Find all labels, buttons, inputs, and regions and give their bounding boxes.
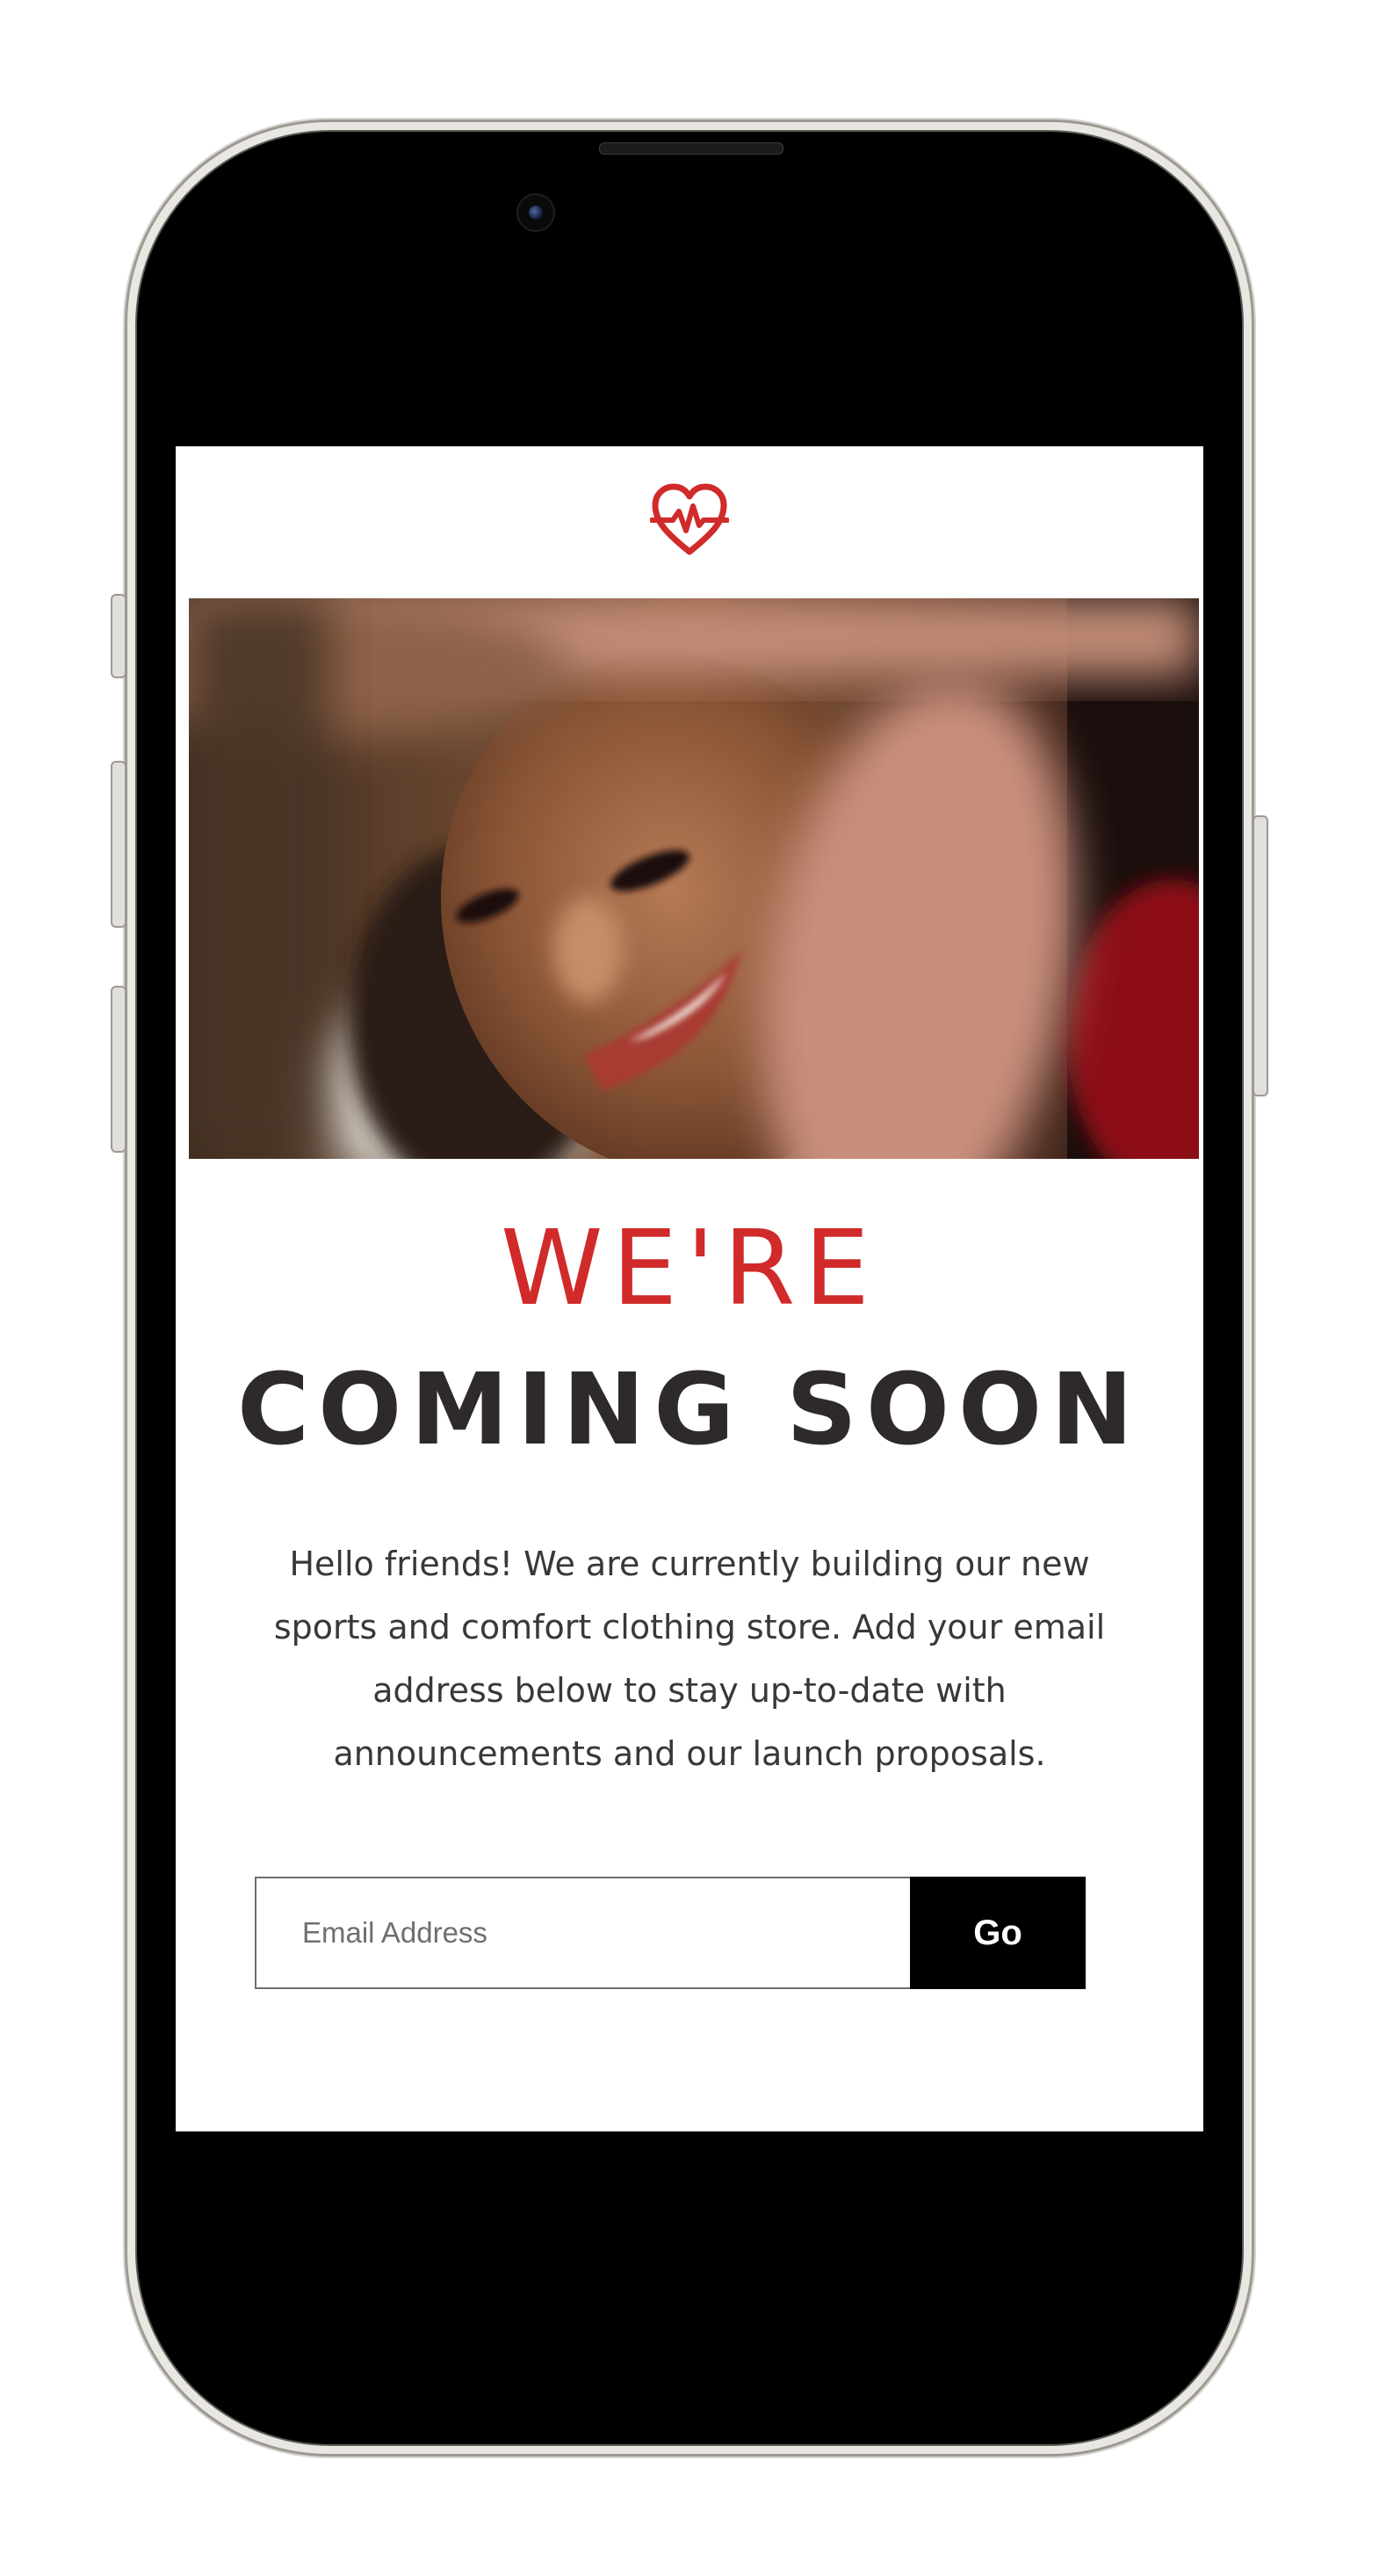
- volume-up-button: [111, 761, 126, 928]
- mute-switch: [111, 594, 126, 678]
- intro-text: Hello friends! We are currently building…: [273, 1545, 1106, 1773]
- power-button: [1253, 815, 1268, 1096]
- coming-soon-page: WE'RE COMING SOON Hello friends! We are …: [176, 446, 1203, 2131]
- volume-down-button: [111, 986, 126, 1153]
- front-camera: [516, 193, 555, 232]
- hero-image: [189, 598, 1199, 1159]
- heart-pulse-icon: [650, 483, 729, 555]
- earpiece-speaker: [599, 142, 783, 155]
- headline-coming-soon: COMING SOON: [236, 1353, 1142, 1467]
- email-input[interactable]: [255, 1877, 910, 1989]
- headline-were: WE'RE: [500, 1207, 879, 1328]
- go-button[interactable]: Go: [910, 1877, 1086, 1989]
- newsletter-form: Go: [255, 1877, 1086, 1989]
